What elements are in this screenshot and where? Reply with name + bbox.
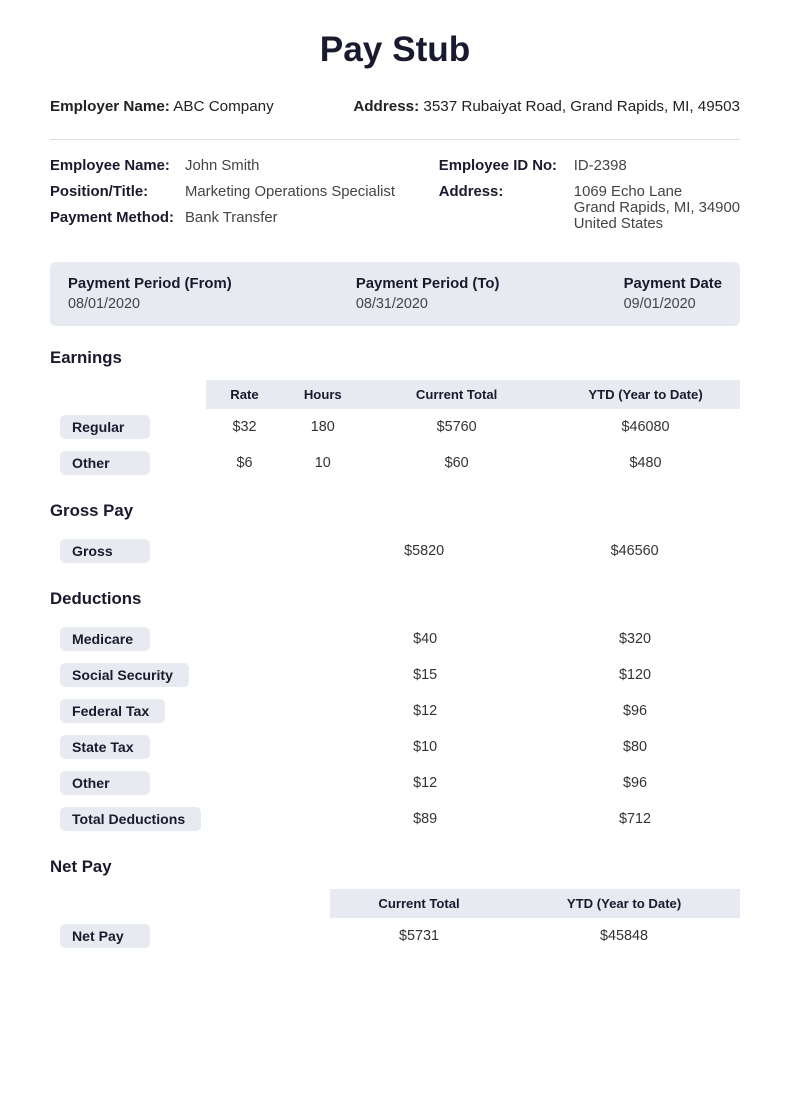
- deductions-table: Medicare $40 $320 Social Security $15 $1…: [50, 621, 740, 837]
- employee-id-label: Employee ID No:: [439, 158, 574, 174]
- employer-address: 3537 Rubaiyat Road, Grand Rapids, MI, 49…: [423, 98, 740, 115]
- employer-header: Employer Name: ABC Company Address: 3537…: [50, 98, 740, 115]
- employee-id: ID-2398: [574, 158, 627, 174]
- earnings-current-header: Current Total: [362, 380, 551, 409]
- employee-section: Employee Name: John Smith Position/Title…: [50, 158, 740, 242]
- grosspay-row: Gross $5820 $46560: [50, 533, 740, 569]
- netpay-ytd-header: YTD (Year to Date): [508, 889, 740, 918]
- earnings-rate-header: Rate: [206, 380, 284, 409]
- earnings-section-title: Earnings: [50, 348, 740, 368]
- employer-name: ABC Company: [173, 98, 273, 115]
- deductions-row: Federal Tax $12 $96: [50, 693, 740, 729]
- employee-name: John Smith: [185, 158, 259, 174]
- page-title: Pay Stub: [50, 30, 740, 70]
- earnings-row: Regular $32 180 $5760 $46080: [50, 409, 740, 445]
- netpay-current-header: Current Total: [330, 889, 508, 918]
- deductions-row: Social Security $15 $120: [50, 657, 740, 693]
- period-from: Payment Period (From) 08/01/2020: [68, 276, 232, 312]
- employee-address-label: Address:: [439, 184, 574, 200]
- earnings-hours-header: Hours: [283, 380, 362, 409]
- period-to: Payment Period (To) 08/31/2020: [356, 276, 500, 312]
- net-pay-table: Current Total YTD (Year to Date) Net Pay…: [50, 889, 740, 954]
- payment-method-label: Payment Method:: [50, 210, 185, 226]
- earnings-table: Rate Hours Current Total YTD (Year to Da…: [50, 380, 740, 481]
- gross-pay-section-title: Gross Pay: [50, 501, 740, 521]
- netpay-row: Net Pay $5731 $45848: [50, 918, 740, 954]
- employee-position: Marketing Operations Specialist: [185, 184, 395, 200]
- payment-period-bar: Payment Period (From) 08/01/2020 Payment…: [50, 262, 740, 326]
- deductions-row: Medicare $40 $320: [50, 621, 740, 657]
- employee-name-label: Employee Name:: [50, 158, 185, 174]
- employer-name-label: Employer Name:: [50, 98, 170, 115]
- deductions-row: State Tax $10 $80: [50, 729, 740, 765]
- employee-payment-method: Bank Transfer: [185, 210, 278, 226]
- employee-address: 1069 Echo Lane Grand Rapids, MI, 34900 U…: [574, 184, 740, 232]
- deductions-row: Other $12 $96: [50, 765, 740, 801]
- net-pay-section-title: Net Pay: [50, 857, 740, 877]
- earnings-ytd-header: YTD (Year to Date): [551, 380, 740, 409]
- payment-date: Payment Date 09/01/2020: [624, 276, 722, 312]
- employer-address-label: Address:: [353, 98, 419, 115]
- earnings-row: Other $6 10 $60 $480: [50, 445, 740, 481]
- position-label: Position/Title:: [50, 184, 185, 200]
- deductions-row: Total Deductions $89 $712: [50, 801, 740, 837]
- gross-pay-table: Gross $5820 $46560: [50, 533, 740, 569]
- deductions-section-title: Deductions: [50, 589, 740, 609]
